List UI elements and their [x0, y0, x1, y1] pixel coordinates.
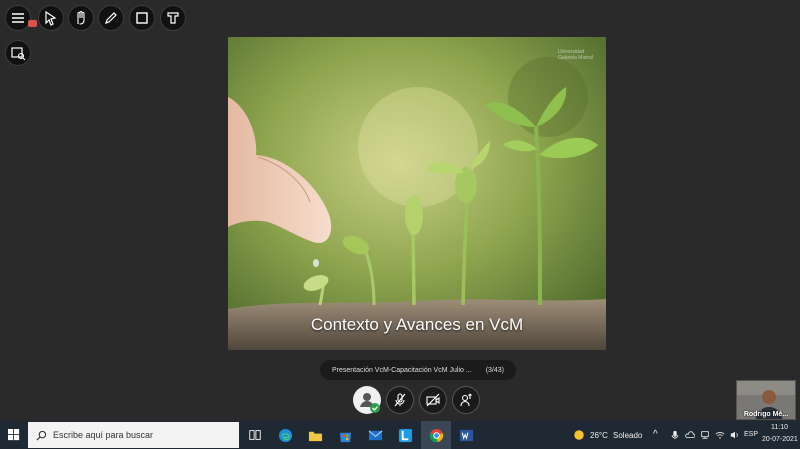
task-view-icon	[249, 430, 261, 440]
folder-icon	[308, 431, 322, 441]
clock-time[interactable]: 11:10	[771, 424, 788, 431]
participant-name: Rodrigo Mé...	[743, 411, 789, 418]
video-off-button[interactable]	[419, 386, 447, 414]
clock-date[interactable]: 20-07-2021	[762, 436, 798, 443]
sun-icon	[574, 430, 584, 440]
participant-video[interactable]: Rodrigo Mé...	[736, 380, 796, 420]
whiteboard-button[interactable]	[5, 40, 31, 66]
raise-hand-icon	[460, 393, 472, 407]
edge-icon	[278, 428, 292, 442]
mute-mic-button[interactable]	[386, 386, 414, 414]
pencil-icon	[105, 12, 117, 24]
edge-taskbar-button[interactable]	[276, 426, 294, 444]
text-icon	[167, 12, 179, 24]
start-button[interactable]	[5, 426, 23, 444]
taskbar: Escribe aquí para buscar 26°C Soleado ^	[0, 421, 800, 449]
word-icon	[459, 429, 473, 441]
notification-badge	[28, 20, 37, 27]
mic-icon	[671, 430, 679, 440]
windows-icon	[8, 429, 20, 441]
weather-temp: 26°C	[590, 431, 608, 440]
user-avatar-icon	[360, 393, 380, 413]
raise-hand-button[interactable]	[452, 386, 480, 414]
mic-off-icon	[394, 393, 406, 407]
university-logo: Universidad Gabriela Mistral	[558, 49, 594, 61]
chrome-icon	[429, 428, 443, 442]
slide-title: Contexto y Avances en VcM	[310, 315, 524, 334]
taskbar-search-input[interactable]: Escribe aquí para buscar	[28, 422, 239, 448]
tray-chevron-icon[interactable]: ^	[653, 429, 658, 440]
slide-counter: (3/43)	[485, 366, 504, 374]
camera-off-icon	[426, 393, 440, 407]
chrome-taskbar-button[interactable]	[427, 426, 445, 444]
presentation-name: Presentación VcM-Capacitación VcM Julio …	[332, 366, 472, 374]
network-icon	[701, 431, 709, 439]
weather-icon[interactable]	[570, 426, 588, 444]
lync-button[interactable]	[396, 426, 414, 444]
seedlings-image	[228, 37, 606, 350]
presentation-icon	[11, 47, 26, 61]
square-icon	[136, 12, 148, 24]
store-button[interactable]	[336, 426, 354, 444]
pan-tool-button[interactable]	[68, 5, 94, 31]
presentation-slide: Universidad Gabriela Mistral Contexto y …	[228, 37, 606, 350]
cloud-icon	[685, 431, 695, 438]
hamburger-icon	[12, 13, 24, 23]
weather-desc: Soleado	[613, 431, 643, 440]
text-tool-button[interactable]	[160, 5, 186, 31]
task-view-button[interactable]	[246, 426, 264, 444]
speaker-icon	[730, 431, 738, 439]
search-placeholder: Escribe aquí para buscar	[53, 430, 154, 440]
word-taskbar-button[interactable]	[457, 426, 475, 444]
menu-button[interactable]	[5, 5, 31, 31]
search-icon	[36, 430, 47, 441]
presentation-info-bar[interactable]: Presentación VcM-Capacitación VcM Julio …	[320, 360, 516, 380]
volume-tray-button[interactable]	[726, 426, 744, 444]
mail-button[interactable]	[366, 426, 384, 444]
wifi-icon	[715, 432, 725, 439]
hand-icon	[77, 10, 85, 25]
language-indicator[interactable]: ESP	[744, 431, 758, 438]
file-explorer-button[interactable]	[306, 426, 324, 444]
store-icon	[339, 432, 351, 442]
avatar-button[interactable]	[353, 386, 381, 414]
select-tool-button[interactable]	[38, 5, 64, 31]
pencil-tool-button[interactable]	[98, 5, 124, 31]
l-app-icon	[398, 428, 412, 442]
cursor-icon	[45, 10, 57, 26]
shape-tool-button[interactable]	[129, 5, 155, 31]
mail-icon	[368, 429, 382, 440]
